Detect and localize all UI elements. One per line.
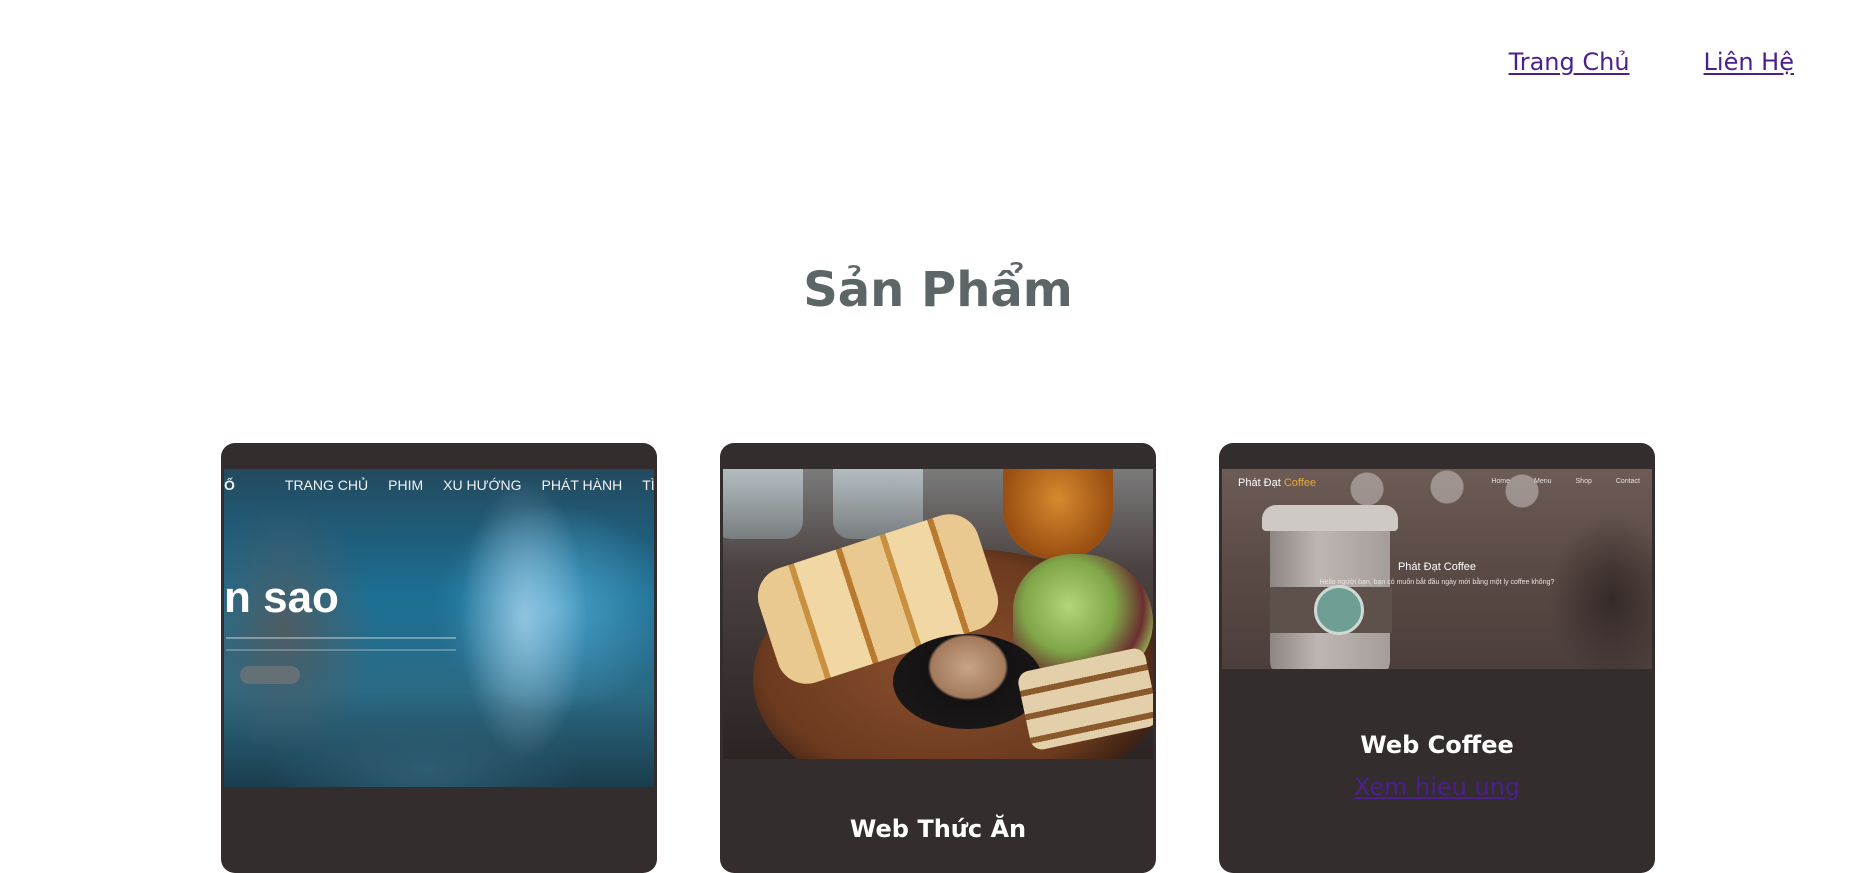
thumbnail-nav-item: Contact: [1615, 478, 1640, 485]
thumbnail-button: [240, 666, 300, 684]
thumbnail-brand-prefix: Phát Đạt: [1238, 477, 1284, 489]
glass-shape: [723, 469, 803, 539]
thumbnail-hero-text: n sao: [224, 573, 339, 622]
thumbnail-site-nav: Ố TRANG CHỦ PHIM XU HƯỚNG PHÁT HÀNH TÌM …: [224, 477, 654, 493]
product-thumbnail-movie: Ố TRANG CHỦ PHIM XU HƯỚNG PHÁT HÀNH TÌM …: [224, 469, 654, 787]
thumbnail-hero-title: Phát Đạt Coffee: [1397, 561, 1477, 573]
thumbnail-description: [226, 637, 456, 651]
thumbnail-nav-item: Home: [1491, 478, 1510, 485]
thumbnail-nav-item: PHÁT HÀNH: [541, 477, 623, 493]
section-title: Sản Phẩm: [803, 262, 1073, 318]
coffee-lid-shape: [1262, 505, 1398, 531]
card-caption: Web Thức Ăn: [720, 815, 1156, 843]
beer-glass-shape: [1003, 469, 1113, 559]
product-thumbnail-food: [723, 469, 1153, 759]
thumbnail-site-nav: Home Menu Shop Contact: [1491, 478, 1640, 485]
thumbnail-site-logo: Ố: [224, 477, 235, 493]
card-title: Web Thức Ăn: [849, 815, 1027, 843]
thumbnail-nav-item: Menu: [1534, 478, 1552, 485]
view-effect-link[interactable]: Xem hieu ung: [1219, 773, 1655, 801]
thumbnail-brand: Phát Đạt Coffee: [1238, 477, 1316, 489]
product-card-movie[interactable]: Ố TRANG CHỦ PHIM XU HƯỚNG PHÁT HÀNH TÌM …: [221, 443, 657, 873]
product-thumbnail-coffee: Phát Đạt Coffee Home Menu Shop Contact P…: [1222, 469, 1652, 669]
thumbnail-nav-item: TÌM KIẾ: [642, 477, 654, 493]
thumbnail-brand-accent: Coffee: [1283, 477, 1317, 489]
nav-link-home[interactable]: Trang Chủ: [1509, 48, 1630, 76]
thumbnail-nav-item: PHIM: [388, 477, 424, 493]
top-nav: Trang Chủ Liên Hệ: [1509, 48, 1794, 76]
thumbnail-nav-item: XU HƯỚNG: [443, 477, 522, 493]
coffee-logo-seal: [1314, 585, 1364, 635]
nav-link-contact[interactable]: Liên Hệ: [1704, 48, 1794, 76]
product-card-coffee[interactable]: Phát Đạt Coffee Home Menu Shop Contact P…: [1219, 443, 1655, 873]
card-title: Web Coffee: [1360, 731, 1514, 759]
product-card-food[interactable]: Web Thức Ăn: [720, 443, 1156, 873]
card-caption: Web Coffee Xem hieu ung: [1219, 731, 1655, 801]
thumbnail-nav-item: TRANG CHỦ: [284, 477, 369, 493]
thumbnail-nav-item: Shop: [1575, 478, 1592, 485]
thumbnail-hero-subtitle: Hello người bạn, bạn có muốn bắt đầu ngà…: [1319, 579, 1555, 586]
